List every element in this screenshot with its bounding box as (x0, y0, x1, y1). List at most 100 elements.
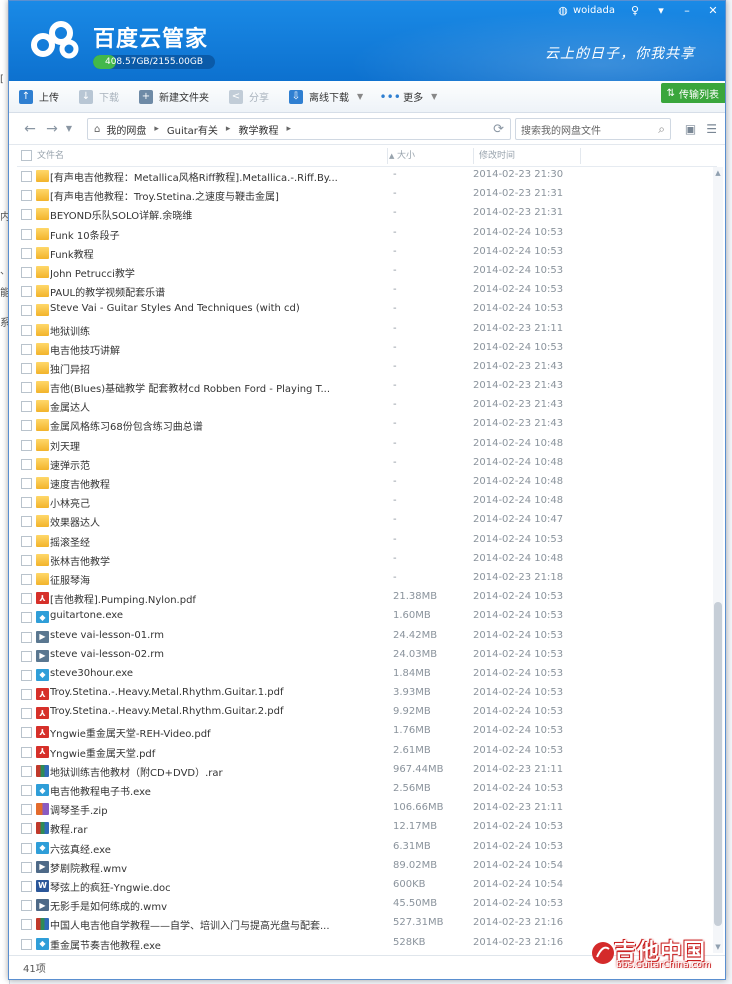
row-checkbox[interactable] (21, 286, 32, 298)
file-row[interactable]: 效果器达人 - 2014-02-24 10:47 (17, 512, 717, 531)
row-checkbox[interactable] (21, 785, 32, 796)
row-checkbox[interactable] (21, 305, 32, 317)
row-checkbox[interactable] (21, 861, 32, 873)
upload-button[interactable]: ↑ 上传 (9, 81, 69, 113)
forward-arrow-icon[interactable]: → (41, 121, 63, 137)
column-header-modified[interactable]: 修改时间 (479, 145, 515, 167)
file-name[interactable]: Yngwie重金属天堂-REH-Video.pdf (50, 725, 390, 740)
vertical-scrollbar[interactable]: ▲ ▼ (713, 167, 723, 953)
close-icon[interactable]: ✕ (707, 4, 719, 17)
file-name[interactable]: 摇滚圣经 (50, 534, 390, 549)
row-checkbox[interactable] (21, 209, 32, 221)
file-row[interactable]: 征服琴海 - 2014-02-23 21:18 (17, 570, 717, 589)
file-name[interactable]: 调琴圣手.zip (50, 802, 390, 817)
file-name[interactable]: steve vai-lesson-02.rm (50, 649, 390, 660)
row-checkbox[interactable] (21, 516, 32, 528)
search-icon[interactable]: ⌕ (658, 122, 665, 137)
row-checkbox[interactable] (21, 900, 32, 912)
offline-download-button[interactable]: ⇩ 离线下载 ▼ (279, 81, 373, 113)
file-row[interactable]: 地狱训练吉他教材（附CD+DVD）.rar 967.44MB 2014-02-23 … (17, 762, 717, 781)
file-name[interactable]: 征服琴海 (50, 572, 390, 587)
file-row[interactable]: ▶ 无影手是如何练成的.wmv 45.50MB 2014-02-24 10:53 (17, 896, 717, 915)
row-checkbox[interactable] (21, 190, 32, 202)
file-row[interactable]: ⅄ Troy.Stetina.-.Heavy.Metal.Rhythm.Guita… (17, 685, 717, 704)
row-checkbox[interactable] (21, 593, 32, 605)
row-checkbox[interactable] (21, 669, 32, 681)
file-name[interactable]: steve30hour.exe (50, 668, 390, 679)
back-arrow-icon[interactable]: ← (19, 121, 41, 137)
file-row[interactable]: ⅄ [吉他教程].Pumping.Nylon.pdf 21.38MB 2014-02-… (17, 589, 717, 608)
download-button[interactable]: ↓ 下载 (69, 81, 129, 113)
file-row[interactable]: 吉他(Blues)基础教学 配套教材cd Robben Ford - Playi… (17, 378, 717, 397)
breadcrumb-separator-icon[interactable]: ▸ (226, 124, 231, 134)
row-checkbox[interactable] (21, 727, 32, 739)
file-row[interactable]: [有声电吉他教程：Troy.Stetina.之速度与鞭击金属] - 2014-02-… (17, 186, 717, 205)
row-checkbox[interactable] (21, 689, 32, 701)
row-checkbox[interactable] (21, 842, 32, 854)
file-name[interactable]: 吉他(Blues)基础教学 配套教材cd Robben Ford - Playi… (50, 380, 390, 395)
file-name[interactable]: John Petrucci教学 (50, 265, 390, 280)
file-name[interactable]: 中国人电吉他自学教程——自学、培训入门与提高光盘与配套... (50, 917, 390, 932)
file-row[interactable]: Steve Vai - Guitar Styles And Techniques… (17, 301, 717, 320)
transfer-list-button[interactable]: ⇅ 传输列表 (660, 83, 725, 103)
share-button[interactable]: < 分享 (219, 81, 279, 113)
breadcrumb-separator-icon[interactable]: ▸ (154, 124, 159, 134)
file-name[interactable]: 重金属节奏吉他教程.exe (50, 937, 390, 952)
breadcrumb-separator-icon[interactable]: ▸ (286, 124, 291, 134)
file-name[interactable]: 小林亮己 (50, 495, 390, 510)
thumbnail-view-icon[interactable]: ▣ (685, 122, 696, 136)
row-checkbox[interactable] (21, 746, 32, 758)
row-checkbox[interactable] (21, 804, 32, 816)
file-row[interactable]: 金属达人 - 2014-02-23 21:43 (17, 397, 717, 416)
file-name[interactable]: 电吉他技巧讲解 (50, 342, 390, 357)
row-checkbox[interactable] (21, 458, 32, 470)
breadcrumb-item[interactable]: 教学教程 (238, 122, 278, 137)
file-row[interactable]: ▶ steve vai-lesson-01.rm 24.42MB 2014-02-24… (17, 628, 717, 647)
file-name[interactable]: 琴弦上的疯狂-Yngwie.doc (50, 879, 390, 894)
row-checkbox[interactable] (21, 650, 32, 662)
row-checkbox[interactable] (21, 401, 32, 413)
user-account[interactable]: ◍ woidada (557, 4, 615, 17)
file-name[interactable]: 金属达人 (50, 399, 390, 414)
file-name[interactable]: BEYOND乐队SOLO详解.余晓维 (50, 207, 390, 222)
file-name[interactable]: 电吉他教程电子书.exe (50, 783, 390, 798)
file-name[interactable]: 速弹示范 (50, 457, 390, 472)
file-name[interactable]: 无影手是如何练成的.wmv (50, 898, 390, 913)
history-dropdown-icon[interactable]: ▼ (63, 124, 75, 133)
file-row[interactable]: 独门异招 - 2014-02-23 21:43 (17, 359, 717, 378)
file-name[interactable]: 刘天理 (50, 438, 390, 453)
column-header-name[interactable]: 文件名 (37, 145, 64, 167)
search-input[interactable]: 搜索我的网盘文件 ⌕ (515, 118, 671, 140)
row-checkbox[interactable] (21, 765, 32, 777)
file-name[interactable]: 金属风格练习68份包含练习曲总谱 (50, 418, 390, 433)
file-name[interactable]: steve vai-lesson-01.rm (50, 630, 390, 641)
file-row[interactable]: ▶ 梦剧院教程.wmv 89.02MB 2014-02-24 10:54 (17, 858, 717, 877)
refresh-icon[interactable]: ⟳ (493, 122, 504, 137)
file-name[interactable]: Steve Vai - Guitar Styles And Techniques… (50, 303, 390, 314)
file-name[interactable]: Troy.Stetina.-.Heavy.Metal.Rhythm.Guitar… (50, 706, 390, 717)
file-row[interactable]: 电吉他技巧讲解 - 2014-02-24 10:53 (17, 340, 717, 359)
row-checkbox[interactable] (21, 631, 32, 643)
row-checkbox[interactable] (21, 497, 32, 509)
file-name[interactable]: 地狱训练吉他教材（附CD+DVD）.rar (50, 764, 390, 779)
breadcrumb-item[interactable]: 我的网盘 (106, 122, 146, 137)
file-row[interactable]: ▶ steve vai-lesson-02.rm 24.03MB 2014-02-24… (17, 647, 717, 666)
scroll-up-icon[interactable]: ▲ (713, 167, 723, 179)
file-row[interactable]: 调琴圣手.zip 106.66MB 2014-02-23 21:11 (17, 800, 717, 819)
file-row[interactable]: 刘天理 - 2014-02-24 10:48 (17, 436, 717, 455)
file-name[interactable]: 效果器达人 (50, 514, 390, 529)
file-row[interactable]: ◆ 电吉他教程电子书.exe 2.56MB 2014-02-24 10:53 (17, 781, 717, 800)
row-checkbox[interactable] (21, 478, 32, 489)
row-checkbox[interactable] (21, 247, 32, 259)
file-row[interactable]: 速度吉他教程 - 2014-02-24 10:48 (17, 474, 717, 493)
breadcrumb-item[interactable]: Guitar有关 (167, 122, 218, 137)
row-checkbox[interactable] (21, 362, 32, 374)
file-name[interactable]: Yngwie重金属天堂.pdf (50, 745, 390, 760)
file-row[interactable]: BEYOND乐队SOLO详解.余晓维 - 2014-02-23 21:31 (17, 205, 717, 224)
menu-icon[interactable]: ▾ (655, 4, 667, 17)
row-checkbox[interactable] (21, 880, 32, 892)
more-button[interactable]: ••• 更多 ▼ (373, 81, 447, 113)
row-checkbox[interactable] (21, 324, 32, 336)
file-row[interactable]: ◆ steve30hour.exe 1.84MB 2014-02-24 10:53 (17, 666, 717, 685)
column-header-size[interactable]: 大小 (397, 145, 415, 167)
